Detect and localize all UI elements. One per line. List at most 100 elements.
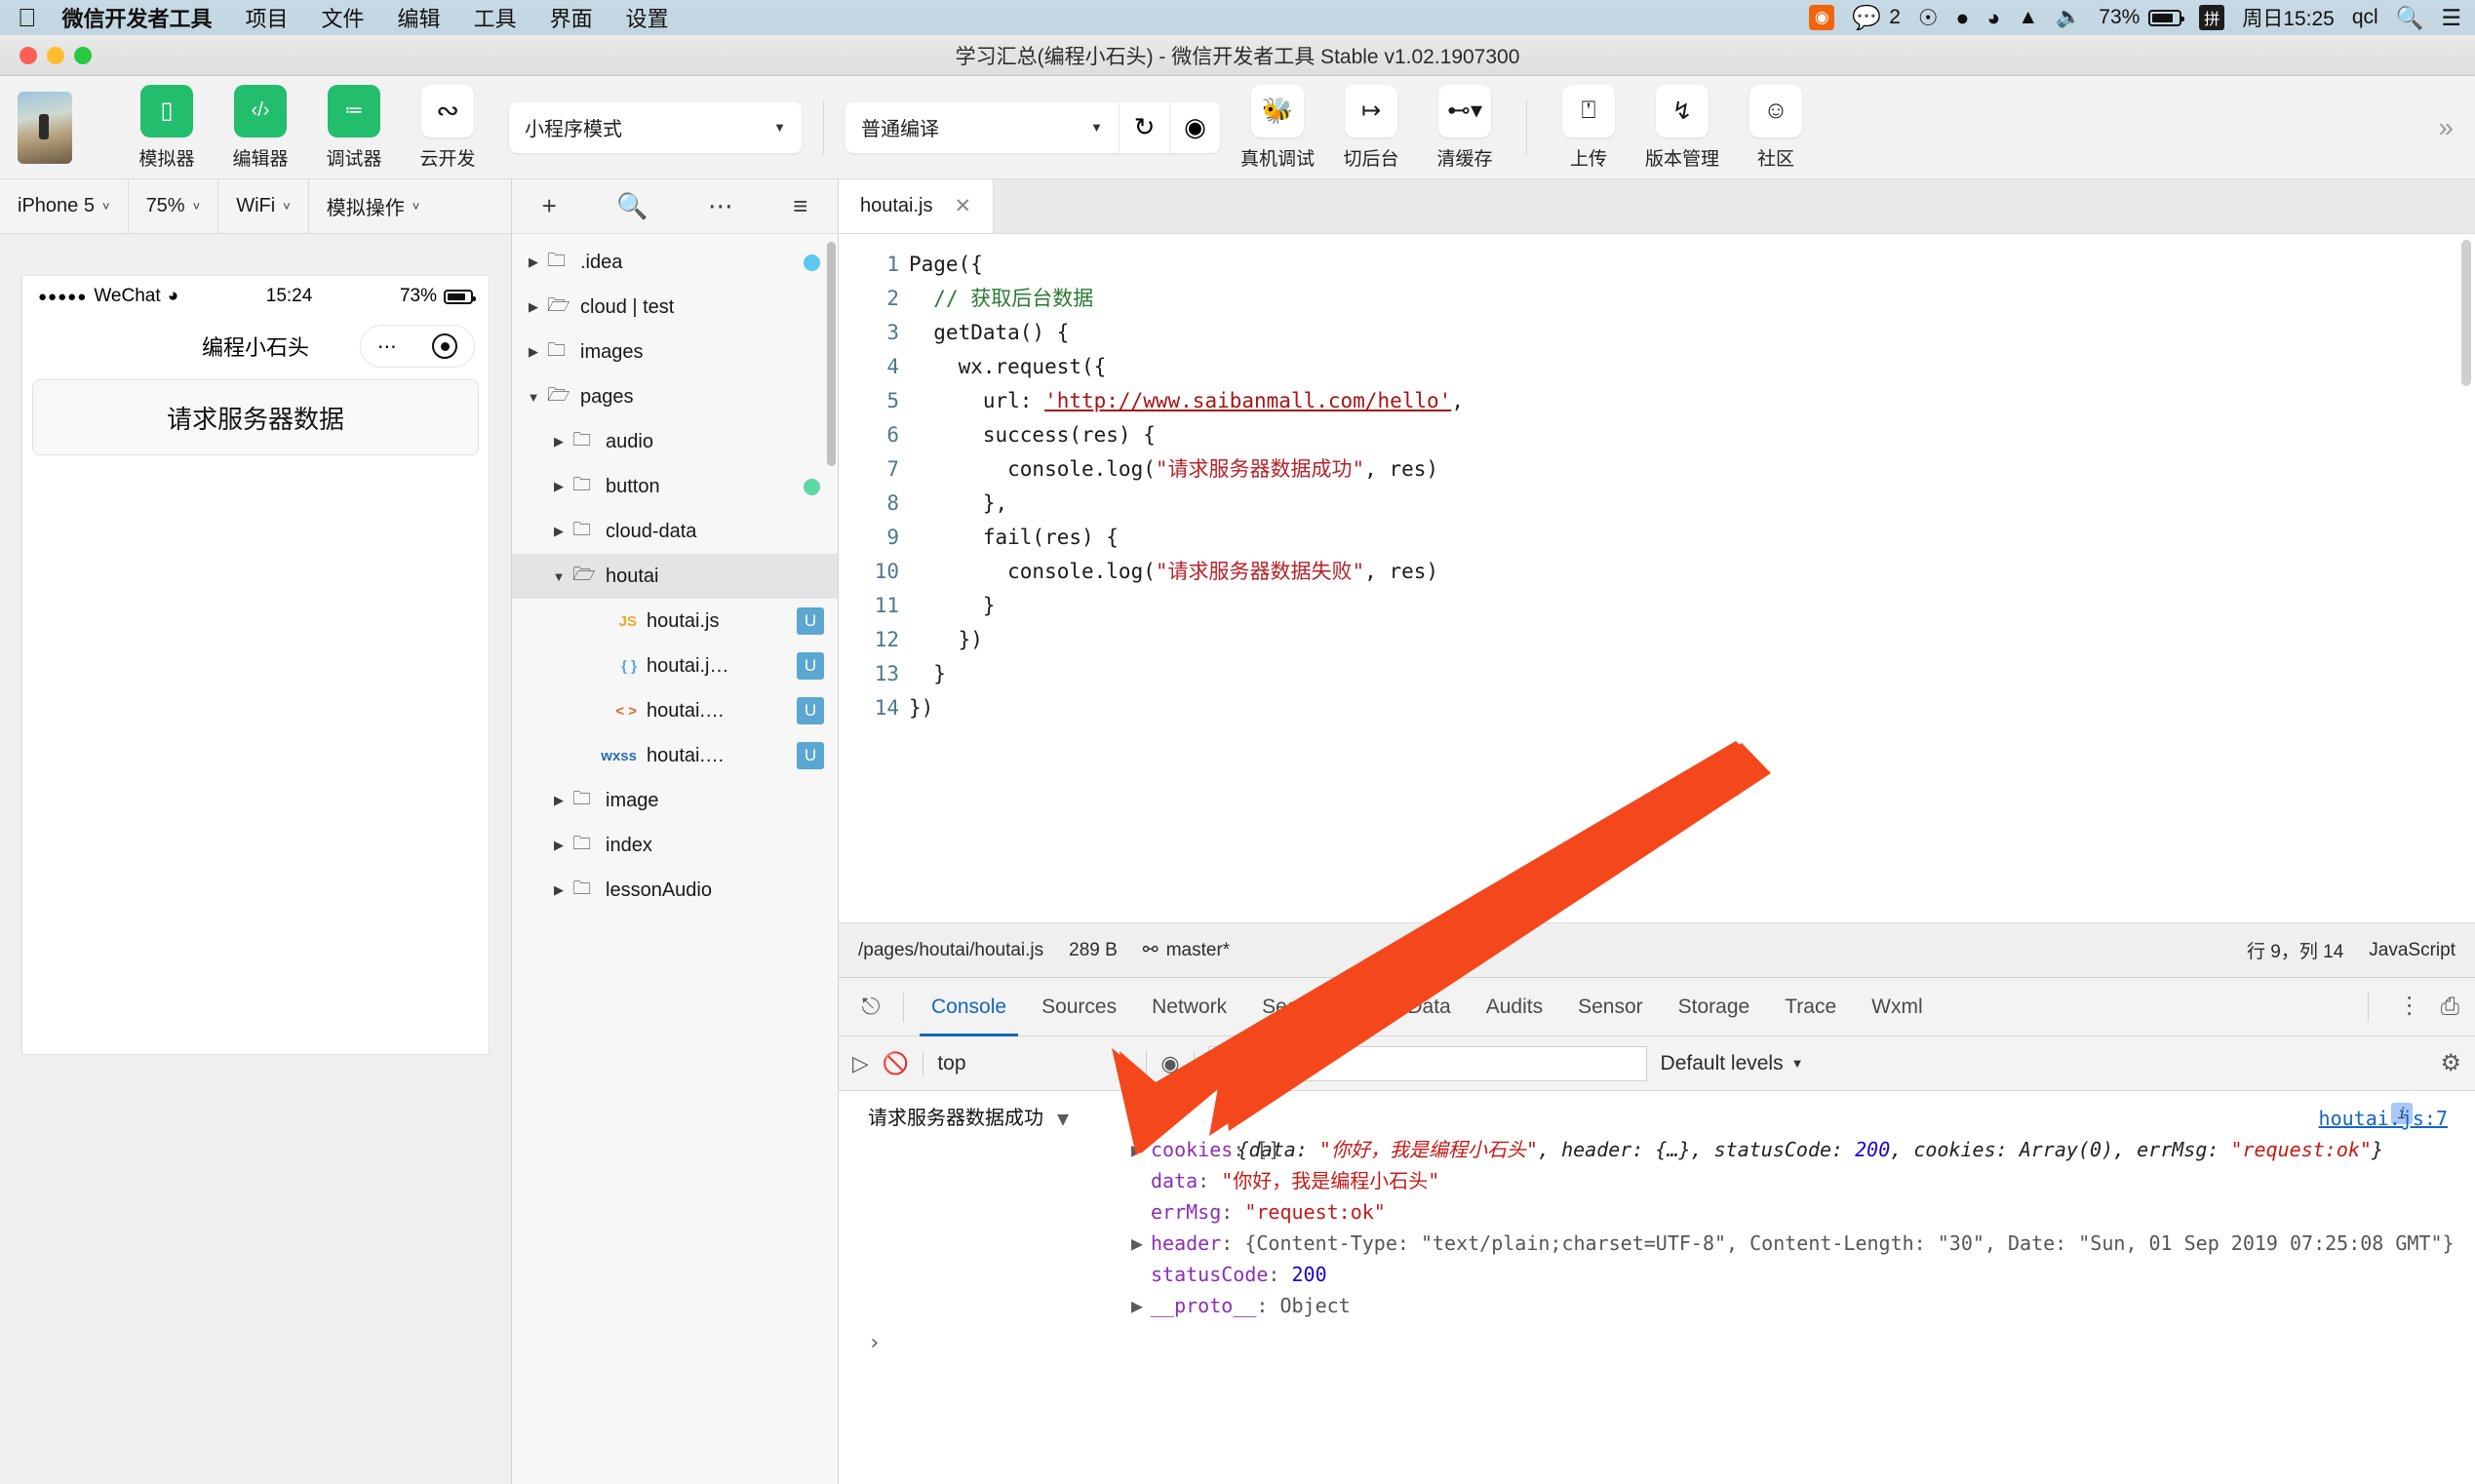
console-property-row[interactable]: ▶header: {Content-Type: "text/plain;char… [839,1228,2475,1259]
devtools-tab-sources[interactable]: Sources [1024,978,1134,1036]
search-icon[interactable]: 🔍 [616,191,648,221]
git-branch[interactable]: ⚯ master* [1143,939,1230,961]
user-avatar[interactable] [18,92,72,164]
mini-program-capsule[interactable]: ⋯ [360,325,475,368]
devtools-tab-wxml[interactable]: Wxml [1854,978,1940,1036]
code-line[interactable]: // 获取后台数据 [909,282,2475,316]
console-filter-input[interactable] [1221,1052,1634,1074]
settings-gear-icon[interactable]: ⚙ [2440,1049,2461,1077]
zoom-select[interactable]: 75% ˅ [129,179,219,233]
file-tree-item[interactable]: ▶🗀.idea [512,240,838,285]
code-line[interactable]: } [909,657,2475,691]
network-select[interactable]: WiFi ˅ [218,179,309,233]
chevron-right-icon[interactable]: ▶ [551,524,567,539]
file-tree-item[interactable]: ▶🗁cloud | test [512,285,838,330]
devtools-tab-audits[interactable]: Audits [1469,978,1560,1036]
mode-select[interactable]: 小程序模式 ▼ [509,102,802,153]
devtools-tab-security[interactable]: Security [1244,978,1354,1036]
code-content[interactable]: Page({ // 获取后台数据 getData() { wx.request(… [909,234,2475,922]
expand-toggle-icon[interactable]: ▼ [1057,1103,1069,1134]
chevron-right-icon[interactable]: ▶ [526,299,541,315]
chevron-right-icon[interactable]: ▶ [1131,1290,1147,1321]
code-line[interactable]: } [909,589,2475,623]
code-line[interactable]: Page({ [909,248,2475,282]
chevron-right-icon[interactable]: ▶ [551,434,567,449]
devtools-tab-console[interactable]: Console [914,978,1024,1036]
code-line[interactable]: wx.request({ [909,350,2475,384]
wechat-status-icon[interactable]: 💬 2 [1852,4,1901,32]
user-label[interactable]: qcl [2352,6,2378,29]
upload-button[interactable]: ⍞ 上传 [1552,85,1625,171]
volume-icon[interactable]: 🔈 [2056,6,2081,29]
live-expression-icon[interactable]: ◉ [1160,1051,1179,1076]
preview-button[interactable]: ◉ [1169,102,1220,153]
menu-item-project[interactable]: 项目 [246,2,289,33]
airplay-icon[interactable]: ▲ [2018,6,2038,29]
search-icon[interactable]: 🔍 [2396,5,2424,31]
code-line[interactable]: getData() { [909,316,2475,350]
chevron-right-icon[interactable]: ▶ [551,882,567,898]
apple-icon[interactable]:  [18,5,37,30]
menu-item-app[interactable]: 微信开发者工具 [62,2,213,33]
console-output[interactable]: 请求服务器数据成功 ▼ {data: "你好，我是编程小石头", header:… [839,1091,2475,1484]
file-tree-item[interactable]: ▼🗁houtai [512,554,838,599]
code-line[interactable]: success(res) { [909,418,2475,452]
editor-scrollbar[interactable] [2461,240,2471,386]
devtools-tab-storage[interactable]: Storage [1661,978,1768,1036]
close-target-icon[interactable] [432,333,457,359]
dock-panel-icon[interactable]: ⎙ [2441,994,2459,1021]
devtools-tab-appdata[interactable]: AppData [1354,978,1469,1036]
compile-button[interactable]: ↻ [1119,102,1169,153]
battery-status[interactable]: 73% [2099,6,2181,29]
code-line[interactable]: }) [909,623,2475,657]
code-line[interactable]: }, [909,487,2475,521]
chevron-right-icon[interactable]: ▶ [551,838,567,853]
file-tree-item[interactable]: ▶🗀audio [512,419,838,464]
editor-toggle-button[interactable]: ‹/› 编辑器 [224,85,296,171]
console-property-row[interactable]: errMsg: "request:ok" [839,1196,2475,1228]
devtools-tab-network[interactable]: Network [1134,978,1244,1036]
chevron-right-icon[interactable]: ▶ [526,344,541,360]
chevron-right-icon[interactable]: ▶ [526,254,541,270]
console-context-select[interactable]: top ▼ [937,1052,1132,1075]
console-prompt[interactable]: › [839,1321,2475,1365]
code-line[interactable]: console.log("请求服务器数据失败", res) [909,555,2475,589]
menu-item-file[interactable]: 文件 [322,2,365,33]
file-tree-item[interactable]: ▼🗁pages [512,374,838,419]
devtools-tab-sensor[interactable]: Sensor [1560,978,1661,1036]
file-tree-item[interactable]: ▶🗀cloud-data [512,509,838,554]
console-source-link[interactable]: houtai.js:7 [2319,1103,2448,1134]
code-line[interactable]: url: 'http://www.saibanmall.com/hello', [909,384,2475,418]
language-label[interactable]: JavaScript [2369,940,2455,961]
background-switch-button[interactable]: ↦ 切后台 [1335,85,1407,171]
clear-cache-button[interactable]: ⊷▾ 清缓存 [1429,85,1501,171]
file-tree-item[interactable]: wxsshoutai.…U [512,733,838,778]
simulator-toggle-button[interactable]: ▯ 模拟器 [131,85,203,171]
chevron-right-icon[interactable]: ▶ [1131,1228,1147,1259]
simulate-action-select[interactable]: 模拟操作 ˅ [309,179,438,233]
app-orange-icon[interactable]: ◉ [1809,5,1834,30]
code-editor[interactable]: 1234567891011121314 Page({ // 获取后台数据 get… [839,234,2475,922]
file-tree-item[interactable]: < >houtai.…U [512,688,838,733]
version-control-button[interactable]: ↯ 版本管理 [1646,85,1718,171]
console-filter-field[interactable] [1208,1046,1647,1081]
datetime-label[interactable]: 周日15:25 [2242,3,2335,32]
compile-mode-select[interactable]: 普通编译 ▼ [845,102,1119,153]
chevron-right-icon[interactable]: ▶ [551,793,567,808]
devtools-tab-trace[interactable]: Trace [1767,978,1854,1036]
console-message-row[interactable]: 请求服务器数据成功 ▼ {data: "你好，我是编程小石头", header:… [839,1103,2475,1134]
community-button[interactable]: ☺ 社区 [1740,85,1812,171]
chevron-down-icon[interactable]: ▼ [551,569,567,584]
add-icon[interactable]: + [542,191,557,221]
menu-item-edit[interactable]: 编辑 [398,2,441,33]
resume-icon[interactable]: ▷ [852,1051,869,1076]
console-property-row[interactable]: statusCode: 200 [839,1259,2475,1290]
control-center-icon[interactable]: ☰ [2441,5,2461,31]
code-line[interactable]: fail(res) { [909,521,2475,555]
menu-item-settings[interactable]: 设置 [626,2,669,33]
chevron-double-right-icon[interactable]: » [2438,112,2454,143]
console-property-row[interactable]: ▶__proto__: Object [839,1290,2475,1321]
menu-item-interface[interactable]: 界面 [550,2,593,33]
cloud-dev-button[interactable]: ∾ 云开发 [412,85,484,171]
menu-item-tools[interactable]: 工具 [474,2,517,33]
